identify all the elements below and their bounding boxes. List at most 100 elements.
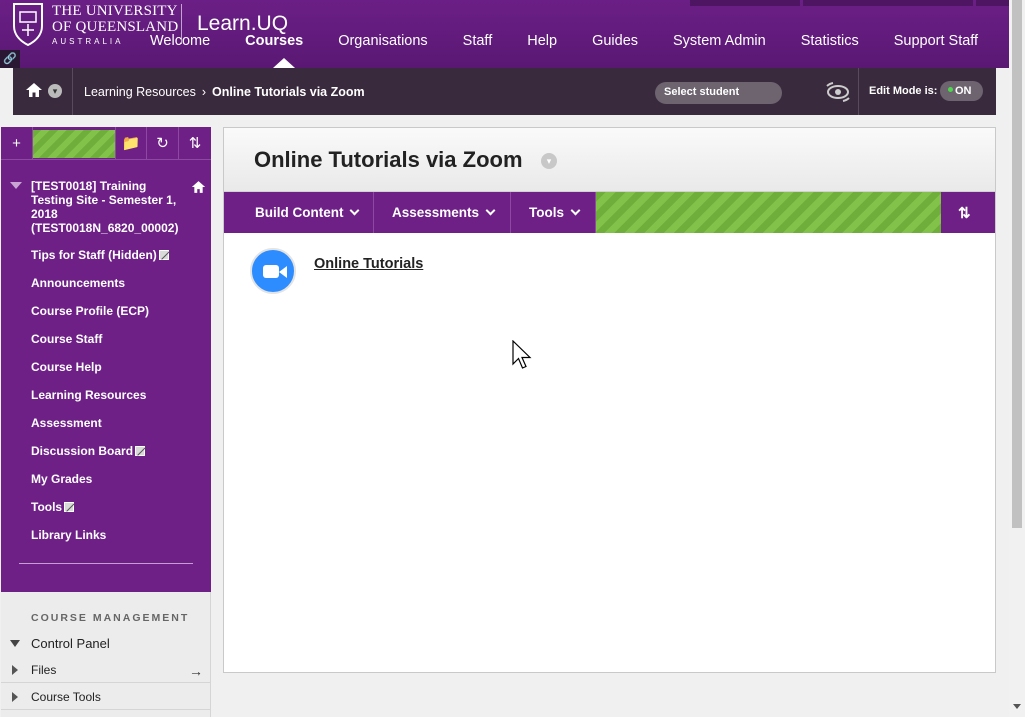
course-menu-item-announcements[interactable]: Announcements — [31, 276, 169, 304]
assessments-button[interactable]: Assessments — [374, 192, 511, 233]
course-home-icon[interactable] — [191, 180, 206, 194]
expand-caret-icon[interactable] — [10, 640, 20, 647]
nav-tab-system-admin[interactable]: System Admin — [673, 33, 775, 49]
reorder-icon[interactable]: ⇅ — [179, 127, 211, 160]
top-header: THE UNIVERSITY OF QUEENSLAND AUSTRALIA L… — [0, 0, 1009, 68]
course-tools-item[interactable]: Course Tools — [31, 690, 101, 704]
folder-view-icon[interactable]: 📁 — [115, 127, 147, 160]
nav-tab-staff[interactable]: Staff — [463, 33, 502, 49]
course-menu-item-assessment[interactable]: Assessment — [31, 416, 169, 444]
action-bar: Build Content Assessments Tools ⇅ — [224, 192, 995, 233]
reorder-icon[interactable]: ⇅ — [958, 204, 971, 222]
home-icon[interactable] — [25, 82, 43, 98]
camera-lens — [279, 266, 287, 278]
course-menu-item-discussion-board[interactable]: Discussion Board — [31, 444, 169, 472]
breadcrumb-item-current: Online Tutorials via Zoom — [212, 85, 365, 99]
course-menu-item-course-staff[interactable]: Course Staff — [31, 332, 169, 360]
menu-item-label: Assessment — [31, 416, 102, 430]
menu-item-label: Learning Resources — [31, 388, 147, 402]
edit-mode-label: Edit Mode is: — [869, 85, 938, 97]
link-icon[interactable]: 🔗 — [0, 50, 20, 68]
button-label: Build Content — [255, 205, 344, 220]
menu-item-label: Library Links — [31, 528, 107, 542]
course-management-panel: COURSE MANAGEMENT Control Panel Files → … — [1, 592, 211, 717]
edit-mode-divider — [858, 68, 859, 115]
course-menu-item-learning-resources[interactable]: Learning Resources — [31, 388, 169, 416]
control-panel-toggle[interactable]: Control Panel — [31, 636, 110, 651]
menu-item-label: Course Profile (ECP) — [31, 304, 150, 318]
select-student-dropdown[interactable]: Select student — [655, 82, 782, 104]
uq-crest-icon — [13, 3, 43, 46]
scrollbar-thumb[interactable] — [1012, 0, 1022, 528]
edit-mode-toggle[interactable]: ON — [940, 81, 983, 101]
content-item-link[interactable]: Online Tutorials — [314, 256, 423, 272]
refresh-icon[interactable]: ↻ — [147, 127, 179, 160]
breadcrumb-item-learning-resources[interactable]: Learning Resources — [84, 85, 196, 99]
student-preview-icon[interactable] — [825, 82, 851, 102]
hidden-item-icon — [135, 446, 146, 456]
chevron-down-icon[interactable]: ▾ — [48, 84, 62, 98]
menu-toolbar-stripe — [33, 130, 115, 158]
logout-stub[interactable] — [976, 0, 1009, 6]
page-title: Online Tutorials via Zoom — [254, 147, 523, 172]
menu-item-label: Tips for Staff (Hidden) — [31, 248, 157, 262]
action-bar-stripe — [596, 192, 941, 233]
breadcrumb-bar: ▾ Learning Resources › Online Tutorials … — [13, 68, 996, 115]
course-menu-item-tools[interactable]: Tools — [31, 500, 169, 528]
course-menu-item-library-links[interactable]: Library Links — [31, 528, 169, 556]
menu-item-label: Announcements — [31, 276, 126, 290]
mouse-cursor-icon — [512, 340, 532, 369]
course-menu-item-tips-for-staff[interactable]: Tips for Staff (Hidden) — [31, 248, 169, 276]
collapse-caret-icon[interactable] — [10, 182, 22, 189]
course-menu: + 📁 ↻ ⇅ [TEST0018] Training Testing Site… — [1, 127, 211, 592]
course-menu-list: Tips for Staff (Hidden) Announcements Co… — [31, 248, 169, 556]
user-menu-stub[interactable] — [690, 0, 800, 6]
hidden-item-icon — [158, 250, 169, 260]
chevron-down-icon — [485, 205, 496, 216]
course-menu-item-course-help[interactable]: Course Help — [31, 360, 169, 388]
nav-tab-welcome[interactable]: Welcome — [150, 33, 219, 49]
university-name-line1: THE UNIVERSITY — [52, 3, 178, 19]
expand-arrow-icon[interactable] — [12, 692, 18, 702]
divider — [1, 682, 211, 683]
files-item[interactable]: Files — [31, 663, 56, 677]
camera-body — [263, 265, 279, 278]
add-menu-item-button[interactable]: + — [1, 127, 33, 160]
chevron-down-icon[interactable]: ▾ — [541, 153, 557, 169]
course-menu-item-course-profile[interactable]: Course Profile (ECP) — [31, 304, 169, 332]
top-nav: Welcome Courses Organisations Staff Help… — [150, 33, 1013, 68]
course-menu-item-my-grades[interactable]: My Grades — [31, 472, 169, 500]
content-area: Online Tutorials via Zoom ▾ Build Conten… — [223, 127, 996, 673]
zoom-video-icon — [250, 248, 296, 294]
expand-arrow-icon[interactable] — [12, 665, 18, 675]
build-content-button[interactable]: Build Content — [224, 192, 374, 233]
scroll-down-arrow-icon[interactable] — [1013, 704, 1021, 709]
chevron-down-icon — [570, 205, 581, 216]
course-menu-toolbar: + 📁 ↻ ⇅ — [1, 127, 211, 160]
course-title[interactable]: [TEST0018] Training Testing Site - Semes… — [31, 179, 191, 235]
nav-tab-organisations[interactable]: Organisations — [338, 33, 436, 49]
breadcrumb-divider — [72, 68, 73, 115]
hidden-item-icon — [64, 502, 75, 512]
content-header: Online Tutorials via Zoom ▾ — [224, 128, 995, 192]
notifications-stub[interactable] — [803, 0, 973, 6]
menu-item-label: Discussion Board — [31, 444, 134, 458]
breadcrumb: Learning Resources › Online Tutorials vi… — [84, 85, 365, 99]
edit-mode-state: ON — [955, 85, 972, 97]
button-label: Tools — [529, 205, 564, 220]
menu-item-label: My Grades — [31, 472, 93, 486]
nav-tab-courses[interactable]: Courses — [245, 33, 312, 68]
menu-item-label: Course Help — [31, 360, 102, 374]
menu-item-label: Course Staff — [31, 332, 103, 346]
course-menu-divider — [19, 563, 193, 564]
tools-button[interactable]: Tools — [511, 192, 596, 233]
page-scrollbar[interactable] — [1009, 0, 1025, 717]
button-label: Assessments — [392, 205, 480, 220]
chevron-down-icon — [350, 205, 360, 216]
nav-tab-support-staff[interactable]: Support Staff — [894, 33, 987, 49]
nav-tab-help[interactable]: Help — [527, 33, 566, 49]
nav-tab-guides[interactable]: Guides — [592, 33, 647, 49]
university-name-line3: AUSTRALIA — [52, 37, 124, 46]
nav-tab-statistics[interactable]: Statistics — [801, 33, 868, 49]
arrow-right-icon[interactable]: → — [189, 663, 203, 679]
